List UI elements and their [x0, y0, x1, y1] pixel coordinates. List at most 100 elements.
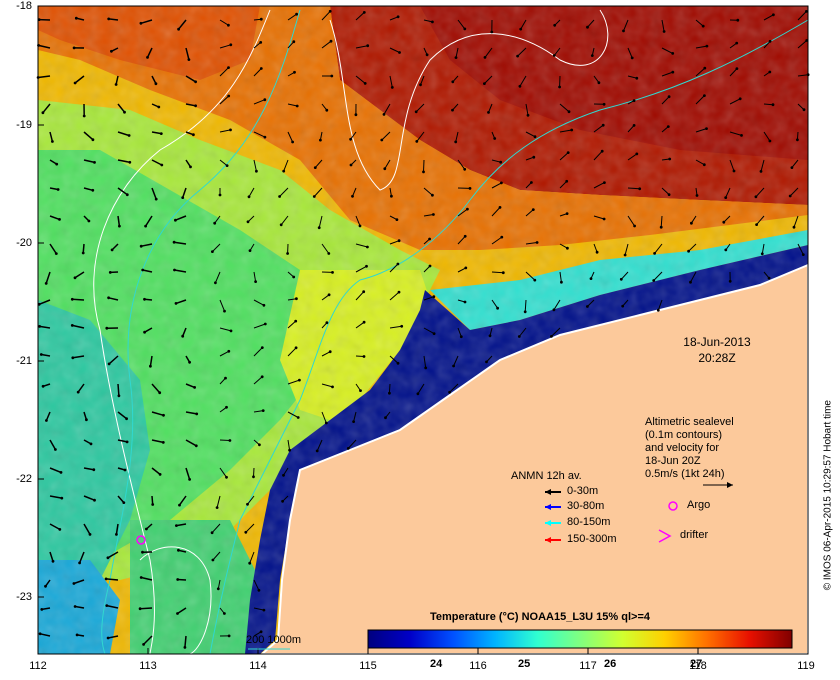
velocity-arrow-head: [114, 83, 118, 86]
velocity-arrow-head: [428, 264, 432, 268]
velocity-arrow-head: [498, 206, 502, 209]
velocity-arrow-head: [262, 608, 266, 612]
velocity-arrow-head: [105, 326, 109, 330]
velocity-arrow-head: [740, 134, 743, 137]
sealevel-line: and velocity for: [645, 442, 719, 454]
velocity-arrow-head: [759, 170, 763, 173]
credit-text: © IMOS 06-Apr-2015 10:29:57 Hobart time: [822, 400, 833, 591]
velocity-arrow-head: [73, 81, 77, 85]
velocity-arrow-head: [659, 225, 663, 229]
velocity-arrow-head: [187, 58, 191, 61]
velocity-arrow-head: [259, 630, 263, 634]
velocity-arrow-head: [398, 51, 401, 54]
velocity-arrow-head: [724, 248, 728, 252]
velocity-arrow-head: [653, 252, 656, 255]
velocity-arrow-head: [151, 503, 155, 506]
velocity-arrow-head: [656, 308, 660, 312]
sealevel-line: (0.1m contours): [645, 429, 723, 441]
velocity-arrow-head: [428, 237, 431, 241]
velocity-arrow: [219, 439, 230, 441]
velocity-arrow-head: [331, 385, 334, 389]
velocity-arrow-head: [552, 308, 556, 312]
velocity-arrow-head: [671, 70, 675, 74]
velocity-arrow-head: [328, 9, 332, 13]
velocity-arrow-head: [390, 194, 393, 198]
velocity-arrow-head: [702, 163, 706, 167]
velocity-arrow-head: [76, 390, 80, 394]
velocity-arrow-head: [500, 181, 503, 185]
velocity-arrow-head: [325, 321, 329, 325]
velocity-arrow-head: [383, 167, 387, 171]
lat-label: -19: [16, 119, 32, 131]
velocity-arrow-head: [695, 194, 699, 197]
sealevel-note: Altimetric sealevel (0.1m contours) and …: [645, 416, 734, 481]
legend-item: 30-80m: [567, 500, 605, 512]
velocity-arrow-head: [175, 524, 178, 527]
velocity-arrow-head: [349, 163, 353, 167]
velocity-arrow-head: [176, 578, 180, 581]
velocity-arrow-head: [118, 224, 121, 228]
velocity-arrow-head: [142, 643, 146, 646]
velocity-arrow-head: [225, 475, 228, 479]
velocity-arrow-head: [788, 194, 792, 198]
velocity-arrow-head: [635, 76, 639, 80]
velocity-arrow-head: [464, 266, 468, 270]
velocity-arrow-head: [317, 226, 321, 230]
velocity-arrow-head: [89, 442, 93, 446]
velocity-arrow-head: [365, 264, 368, 268]
velocity-arrow-head: [565, 179, 569, 183]
velocity-arrow-head: [463, 27, 467, 31]
velocity-arrow-head: [452, 364, 455, 368]
velocity-arrow-head: [487, 111, 490, 114]
sealevel-line: 18-Jun 20Z: [645, 455, 701, 467]
legend-item: 0-30m: [567, 485, 599, 497]
legend-argo: Argo: [687, 499, 711, 511]
velocity-arrow-head: [294, 319, 298, 323]
velocity-arrow-head: [223, 309, 226, 313]
velocity-arrow-head: [397, 239, 401, 243]
velocity-arrow-head: [666, 125, 670, 128]
velocity-arrow-head: [516, 54, 519, 58]
velocity-arrow-head: [566, 246, 569, 250]
legend-drifter: drifter: [680, 529, 709, 541]
velocity-arrow-head: [110, 49, 113, 53]
velocity-arrow-head: [138, 607, 142, 611]
lon-label: 119: [797, 660, 815, 672]
velocity-arrow-head: [362, 355, 366, 358]
velocity-arrow-head: [570, 128, 574, 132]
velocity-arrow-head: [59, 471, 63, 474]
colorbar: [367, 629, 793, 649]
velocity-arrow-head: [144, 224, 148, 228]
velocity-arrow-head: [415, 140, 419, 143]
velocity-arrow-head: [454, 140, 458, 144]
velocity-arrow-head: [75, 633, 79, 637]
velocity-arrow-head: [535, 241, 539, 244]
velocity-arrow-head: [805, 10, 808, 13]
velocity-arrow-head: [359, 389, 362, 392]
velocity-arrow-head: [296, 416, 300, 419]
velocity-arrow-head: [246, 220, 250, 224]
velocity-arrow-head: [39, 353, 43, 356]
velocity-arrow-head: [760, 252, 764, 256]
velocity-arrow-head: [141, 550, 144, 554]
date-time-label: 18-Jun-2013 20:28Z: [672, 334, 762, 366]
velocity-arrow-head: [105, 604, 109, 607]
velocity-arrow-head: [254, 280, 257, 283]
velocity-arrow-head: [286, 252, 289, 255]
velocity-arrow: [491, 271, 504, 274]
velocity-arrow-head: [622, 29, 625, 33]
velocity-arrow-head: [597, 81, 601, 85]
velocity-arrow-head: [396, 361, 400, 365]
velocity-arrow-head: [93, 161, 96, 164]
velocity-arrow-head: [87, 219, 91, 223]
velocity-arrow-head: [414, 110, 418, 114]
velocity-arrow-head: [281, 499, 284, 503]
velocity-arrow-head: [468, 187, 472, 190]
velocity-arrow-head: [106, 636, 110, 640]
velocity-arrow-head: [229, 43, 233, 47]
velocity-arrow-head: [181, 196, 185, 200]
velocity-arrow-head: [72, 582, 76, 585]
velocity-arrow-head: [500, 235, 504, 239]
velocity-arrow-head: [117, 394, 121, 398]
velocity-arrow-head: [127, 134, 131, 137]
